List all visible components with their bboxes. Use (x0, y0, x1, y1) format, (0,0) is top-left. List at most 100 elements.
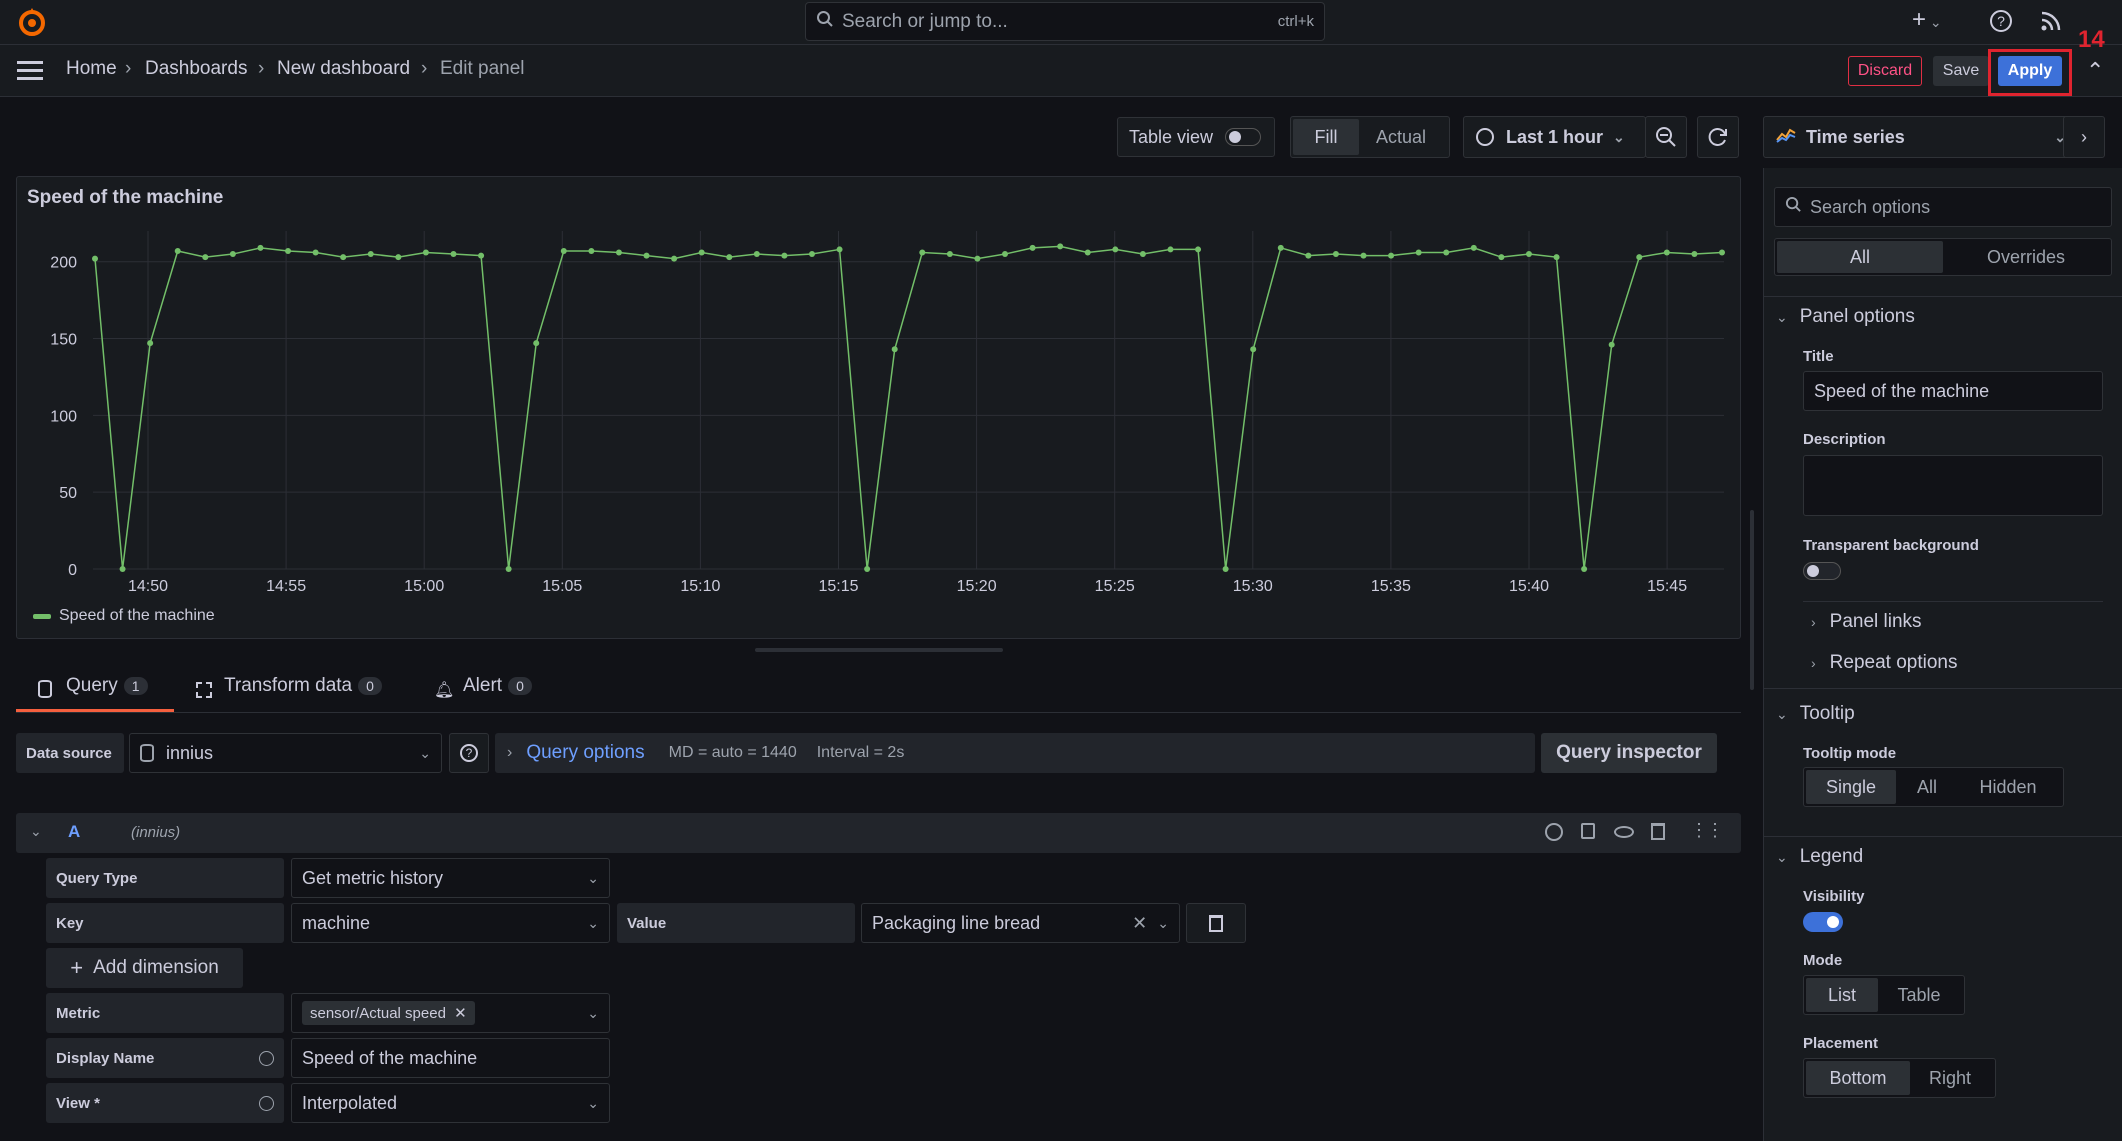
overrides-filter-option[interactable]: Overrides (1943, 241, 2109, 273)
query-inspector-button[interactable]: Query inspector (1541, 733, 1717, 773)
datasource-picker[interactable]: innius ⌄ (129, 733, 442, 773)
legend-bottom-option[interactable]: Bottom (1806, 1061, 1910, 1095)
display-name-input[interactable]: Speed of the machine (291, 1038, 610, 1078)
title-label: Title (1803, 348, 1834, 365)
data-point (1250, 346, 1257, 353)
tab-query-label: Query 1 (66, 675, 148, 697)
add-new-button[interactable]: + ⌄ (1912, 6, 1942, 34)
grafana-logo-icon[interactable] (16, 6, 48, 38)
all-filter-option[interactable]: All (1777, 241, 1943, 273)
metric-label: Metric (46, 993, 284, 1033)
data-point (781, 252, 788, 259)
panel-resize-handle[interactable] (755, 648, 1003, 652)
time-series-chart[interactable]: 0 50 100 150 200 14:50 14:55 15:00 15:05 15:10 15:… (17, 217, 1740, 597)
legend-table-option[interactable]: Table (1878, 978, 1960, 1012)
info-icon[interactable] (259, 1095, 274, 1111)
breadcrumb-new-dashboard[interactable]: New dashboard (277, 58, 410, 80)
data-point (1305, 252, 1312, 259)
data-point (1002, 251, 1009, 258)
chevron-down-icon: ⌄ (419, 744, 431, 761)
drag-handle-icon[interactable]: ⋮⋮ (1690, 820, 1724, 841)
discard-button[interactable]: Discard (1848, 56, 1922, 86)
collapse-chevron-icon[interactable]: ⌄ (30, 823, 42, 840)
scrollbar[interactable] (1750, 510, 1754, 690)
toggle-options-pane-button[interactable]: › (2063, 116, 2105, 158)
key-select[interactable]: machine ⌄ (291, 903, 610, 943)
query-ref-id[interactable]: A (68, 822, 80, 842)
value-select[interactable]: Packaging line bread ✕ ⌄ (861, 903, 1180, 943)
table-view-toggle[interactable]: Table view (1117, 117, 1275, 157)
remove-tag-icon[interactable]: ✕ (454, 1005, 467, 1022)
breadcrumb-dashboards[interactable]: Dashboards (145, 58, 247, 80)
eye-icon[interactable] (1614, 826, 1634, 838)
trash-icon[interactable] (1651, 823, 1665, 840)
datasource-help-button[interactable]: ? (449, 733, 489, 773)
fill-option[interactable]: Fill (1293, 119, 1359, 155)
tooltip-single-option[interactable]: Single (1806, 770, 1896, 804)
data-point (1277, 244, 1284, 251)
chevron-down-icon: ⌄ (587, 914, 599, 931)
zoom-out-button[interactable] (1645, 116, 1687, 158)
actual-option[interactable]: Actual (1359, 119, 1443, 155)
query-row-header[interactable] (16, 813, 1741, 853)
info-icon[interactable] (259, 1050, 274, 1066)
help-icon[interactable]: ? (1990, 10, 2012, 32)
apply-button[interactable]: Apply (1998, 56, 2062, 86)
collapse-chevron-icon[interactable]: ⌃ (2086, 58, 2104, 84)
chevron-down-icon: ⌄ (1776, 706, 1788, 722)
query-help-icon[interactable] (1545, 823, 1563, 841)
query-options-link[interactable]: Query options (526, 742, 644, 764)
data-point (588, 247, 595, 254)
view-select[interactable]: Interpolated ⌄ (291, 1083, 610, 1123)
query-options-bar[interactable]: › Query options MD = auto = 1440 Interva… (495, 733, 1535, 773)
panel-links-section[interactable]: › Panel links (1811, 611, 1922, 633)
visualization-picker[interactable]: Time series ⌄ (1763, 116, 2079, 158)
tooltip-mode-toggle[interactable]: Single All Hidden (1803, 767, 2064, 807)
search-icon (1785, 196, 1802, 218)
delete-dimension-button[interactable] (1186, 903, 1246, 943)
tooltip-hidden-option[interactable]: Hidden (1958, 770, 2058, 804)
legend-item[interactable]: Speed of the machine (33, 607, 215, 625)
data-point (367, 251, 374, 258)
save-button[interactable]: Save (1933, 56, 1989, 86)
legend-section[interactable]: ⌄ Legend (1776, 846, 1863, 868)
tooltip-all-option[interactable]: All (1896, 770, 1958, 804)
legend-list-option[interactable]: List (1806, 978, 1878, 1012)
chevron-right-icon: › (507, 744, 513, 761)
legend-placement-toggle[interactable]: Bottom Right (1803, 1058, 1996, 1098)
data-point (147, 340, 154, 347)
duplicate-query-icon[interactable] (1581, 823, 1595, 839)
tab-transform[interactable]: Transform data 0 (224, 675, 382, 697)
legend-visibility-switch[interactable] (1803, 912, 1843, 932)
add-dimension-button[interactable]: + Add dimension (46, 948, 243, 988)
transparent-background-switch[interactable] (1803, 562, 1841, 580)
menu-icon[interactable] (17, 61, 43, 80)
title-input[interactable]: Speed of the machine (1803, 371, 2103, 411)
tooltip-section[interactable]: ⌄ Tooltip (1776, 703, 1855, 725)
metric-select[interactable]: sensor/Actual speed ✕ ⌄ (291, 993, 610, 1033)
clear-icon[interactable]: ✕ (1132, 913, 1147, 934)
fill-actual-toggle[interactable]: Fill Actual (1290, 116, 1450, 158)
data-point (1525, 251, 1532, 258)
refresh-button[interactable] (1697, 116, 1739, 158)
options-filter-toggle[interactable]: All Overrides (1774, 238, 2112, 276)
description-textarea[interactable] (1803, 455, 2103, 516)
time-range-picker[interactable]: Last 1 hour ⌄ (1463, 116, 1646, 158)
key-label: Key (46, 903, 284, 943)
search-options-input[interactable]: Search options (1774, 187, 2112, 227)
query-type-select[interactable]: Get metric history ⌄ (291, 858, 610, 898)
news-feed-icon[interactable] (2040, 10, 2062, 37)
data-point (505, 566, 512, 572)
divider (1803, 601, 2103, 602)
metric-tag[interactable]: sensor/Actual speed ✕ (302, 1001, 475, 1025)
chevron-down-icon: ⌄ (587, 1094, 599, 1111)
legend-mode-toggle[interactable]: List Table (1803, 975, 1965, 1015)
legend-right-option[interactable]: Right (1910, 1061, 1990, 1095)
data-point (1443, 249, 1450, 256)
tab-alert[interactable]: Alert 0 (463, 675, 532, 697)
tab-transform-count: 0 (358, 677, 382, 695)
breadcrumb-home[interactable]: Home (66, 58, 117, 80)
panel-options-section[interactable]: ⌄ Panel options (1776, 306, 1915, 328)
search-bar[interactable]: Search or jump to... ctrl+k (805, 2, 1325, 41)
repeat-options-section[interactable]: › Repeat options (1811, 652, 1958, 674)
